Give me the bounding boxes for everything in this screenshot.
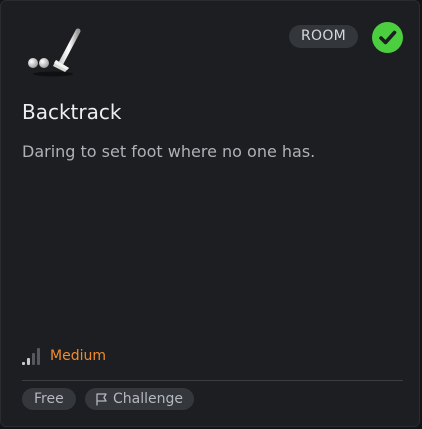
difficulty-indicator: Medium bbox=[22, 345, 106, 367]
difficulty-label: Medium bbox=[50, 348, 106, 364]
signal-bar-1 bbox=[22, 362, 25, 365]
checkmark-circle-icon bbox=[372, 22, 403, 53]
signal-bars-icon bbox=[22, 348, 40, 365]
room-card[interactable]: ROOM Backtrack Daring to set foot where … bbox=[0, 0, 420, 427]
room-description: Daring to set foot where no one has. bbox=[22, 142, 316, 161]
tag-label: Free bbox=[34, 391, 64, 407]
signal-bar-4 bbox=[37, 348, 40, 365]
room-type-badge: ROOM bbox=[289, 25, 359, 48]
signal-bar-3 bbox=[32, 353, 35, 365]
divider bbox=[22, 380, 403, 381]
room-title[interactable]: Backtrack bbox=[22, 98, 121, 126]
tag-challenge[interactable]: Challenge bbox=[85, 388, 194, 410]
flag-icon bbox=[96, 393, 107, 406]
tag-free[interactable]: Free bbox=[22, 388, 76, 410]
signal-bar-2 bbox=[27, 358, 30, 365]
golf-club-ball-icon bbox=[23, 27, 83, 79]
tag-label: Challenge bbox=[113, 391, 183, 407]
